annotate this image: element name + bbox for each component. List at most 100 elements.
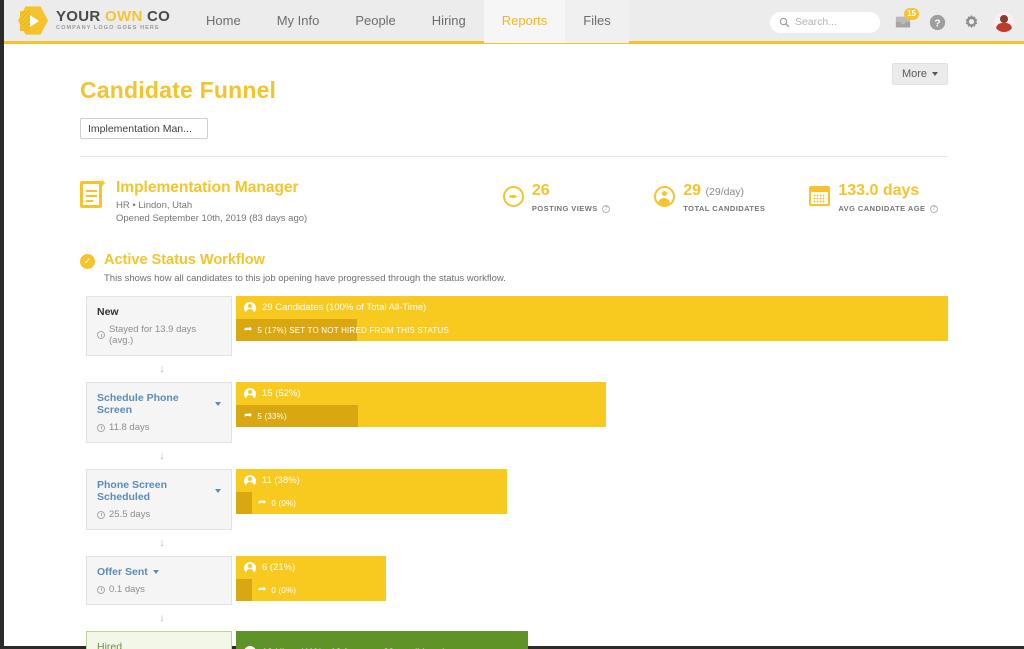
stat-posting-views-value: 26 [531, 182, 550, 199]
stage-bars: 6 (21%) ➦ 0 (0%) [236, 556, 948, 605]
avatar[interactable] [994, 12, 1014, 32]
stage-main-bar[interactable]: 6 (21%) [236, 556, 386, 579]
stage-main-text: 11 (38%) [262, 475, 300, 486]
stat-posting-views: 26 POSTING VIEWS ? [502, 182, 611, 213]
stage-bars: 11 (38%) ➦ 0 (0%) [236, 469, 948, 530]
stat-posting-views-label: POSTING VIEWS [531, 203, 598, 213]
person-icon [244, 301, 256, 314]
chevron-down-icon[interactable] [152, 570, 159, 574]
svg-text:?: ? [934, 18, 940, 29]
inbox-badge: 15 [904, 8, 919, 20]
job-posting-icon: ✦ [80, 179, 107, 209]
chevron-down-icon[interactable] [215, 402, 221, 406]
eye-icon [502, 186, 524, 207]
workflow-header: ✓ Active Status Workflow This shows how … [80, 252, 948, 284]
hexagon-play-logo-icon [18, 6, 48, 36]
nav-item-my-info[interactable]: My Info [259, 0, 338, 43]
funnel-stage-schedule-phone-screen: Schedule Phone Screen 11.8 days 15 (52%)… [86, 382, 948, 443]
stat-avg-candidate-age-label: AVG CANDIDATE AGE [838, 203, 926, 213]
stage-sub-text: 5 (17%) SET TO NOT HIRED FROM THIS STATU… [257, 325, 450, 335]
stage-main-bar[interactable]: 15 (52%) [236, 382, 607, 405]
job-department-location: HR • Lindon, Utah [116, 200, 193, 211]
exit-icon: ➦ [258, 584, 267, 595]
stage-sub-text: 0 (0%) [271, 585, 297, 595]
stage-bars: 15 (52%) ➦ 5 (33%) [236, 382, 948, 443]
job-summary: ✦ Implementation Manager HR • Lindon, Ut… [80, 179, 948, 224]
logo-tagline: COMPANY LOGO GOES HERE [56, 25, 160, 32]
stage-time: 11.8 days [109, 422, 150, 433]
hired-bar[interactable]: ✓ 12 Hires (41% - 12 for every 29 candid… [236, 631, 528, 649]
stage-sub-bar[interactable]: ➦ 5 (33%) [236, 405, 607, 427]
stage-bars: 29 Candidates (100% of Total All-Time) ➦… [236, 296, 948, 356]
funnel-stage-offer-sent: Offer Sent 0.1 days 6 (21%) ➦ 0 (0%) [86, 556, 948, 605]
clock-icon [97, 423, 105, 432]
clock-icon [97, 585, 105, 594]
stage-time: 25.5 days [109, 509, 151, 520]
stage-label-schedule-phone-screen: Schedule Phone Screen 11.8 days [86, 382, 232, 443]
funnel-arrow: ↓ [159, 450, 165, 462]
job-title[interactable]: Implementation Manager [116, 179, 307, 197]
stage-label-offer-sent: Offer Sent 0.1 days [86, 556, 232, 605]
inbox-button[interactable]: 15 [892, 8, 919, 33]
stage-name[interactable]: Phone Screen Scheduled [97, 479, 210, 503]
company-logo[interactable]: YOUR OWN CO COMPANY LOGO GOES HERE [4, 6, 174, 36]
stat-total-candidates-value: 29 [683, 182, 702, 199]
person-icon [244, 561, 256, 574]
stage-main-text: 6 (21%) [262, 562, 296, 573]
chevron-down-icon[interactable] [215, 489, 221, 493]
stage-time: Stayed for 13.9 days (avg.) [109, 324, 197, 346]
nav-item-files[interactable]: Files [565, 0, 629, 43]
stage-name[interactable]: Schedule Phone Screen [97, 392, 210, 416]
stage-sub-text: 0 (0%) [271, 498, 297, 508]
nav-item-reports[interactable]: Reports [483, 0, 566, 43]
job-select[interactable]: Implementation Man... [80, 118, 208, 139]
logo-text-part1: YOUR [56, 8, 106, 26]
top-navigation-bar: YOUR OWN CO COMPANY LOGO GOES HERE Home … [4, 0, 1024, 44]
check-circle-icon: ✓ [80, 254, 95, 269]
page-title: Candidate Funnel [80, 77, 277, 103]
job-stats: 26 POSTING VIEWS ? 29 (29/day) TOTAL CAN… [502, 179, 948, 213]
search-input[interactable]: Search... [770, 11, 880, 33]
header-tools: Search... 15 ? [770, 0, 1014, 44]
person-icon [654, 186, 676, 207]
more-button-label: More [901, 68, 927, 80]
clock-icon [97, 331, 105, 339]
help-icon[interactable]: ? [930, 204, 938, 213]
page-content: More Candidate Funnel Implementation Man… [4, 44, 1024, 649]
stat-avg-candidate-age-value: 133.0 days [838, 182, 920, 199]
funnel-stage-hired: Hired 57.2 days to hire ✓ 12 Hires (41% … [86, 631, 948, 649]
nav-item-people[interactable]: People [337, 0, 413, 43]
search-icon [779, 17, 790, 27]
help-button[interactable]: ? [926, 11, 948, 33]
gear-icon [965, 14, 977, 28]
clock-icon [97, 510, 105, 519]
stage-sub-bar[interactable]: ➦ 0 (0%) [236, 579, 386, 601]
stage-main-text: 15 (52%) [262, 388, 301, 399]
nav-item-hiring[interactable]: Hiring [414, 0, 484, 43]
stage-sub-bar[interactable]: ➦ 0 (0%) [236, 492, 507, 514]
stage-name: Hired [97, 641, 123, 649]
stage-name[interactable]: Offer Sent [97, 566, 148, 578]
logo-text-part3: CO [142, 8, 171, 26]
nav-item-home[interactable]: Home [188, 0, 259, 43]
stage-main-bar[interactable]: 29 Candidates (100% of Total All-Time) [236, 296, 948, 319]
stat-avg-candidate-age: 133.0 days AVG CANDIDATE AGE ? [809, 182, 938, 213]
workflow-heading: Active Status Workflow [104, 252, 265, 268]
funnel-arrow: ↓ [159, 537, 165, 549]
stage-label-hired: Hired 57.2 days to hire [86, 631, 232, 649]
candidate-funnel-chart: New Stayed for 13.9 days (avg.) 29 Candi… [86, 296, 948, 649]
exit-icon: ➦ [244, 324, 253, 335]
stat-total-candidates: 29 (29/day) TOTAL CANDIDATES [654, 182, 765, 213]
app-window: YOUR OWN CO COMPANY LOGO GOES HERE Home … [0, 0, 1024, 649]
more-button[interactable]: More [891, 63, 948, 85]
funnel-arrow: ↓ [159, 363, 165, 375]
settings-button[interactable] [960, 11, 982, 33]
main-nav: Home My Info People Hiring Reports Files [188, 0, 629, 43]
stage-sub-bar[interactable]: ➦ 5 (17%) SET TO NOT HIRED FROM THIS STA… [236, 319, 948, 341]
stage-time: 0.1 days [109, 584, 145, 595]
help-icon: ? [929, 14, 945, 30]
stage-main-text: 29 Candidates (100% of Total All-Time) [262, 302, 427, 313]
stage-main-bar[interactable]: 11 (38%) [236, 469, 507, 492]
funnel-stage-new: New Stayed for 13.9 days (avg.) 29 Candi… [86, 296, 948, 356]
help-icon[interactable]: ? [602, 204, 611, 213]
